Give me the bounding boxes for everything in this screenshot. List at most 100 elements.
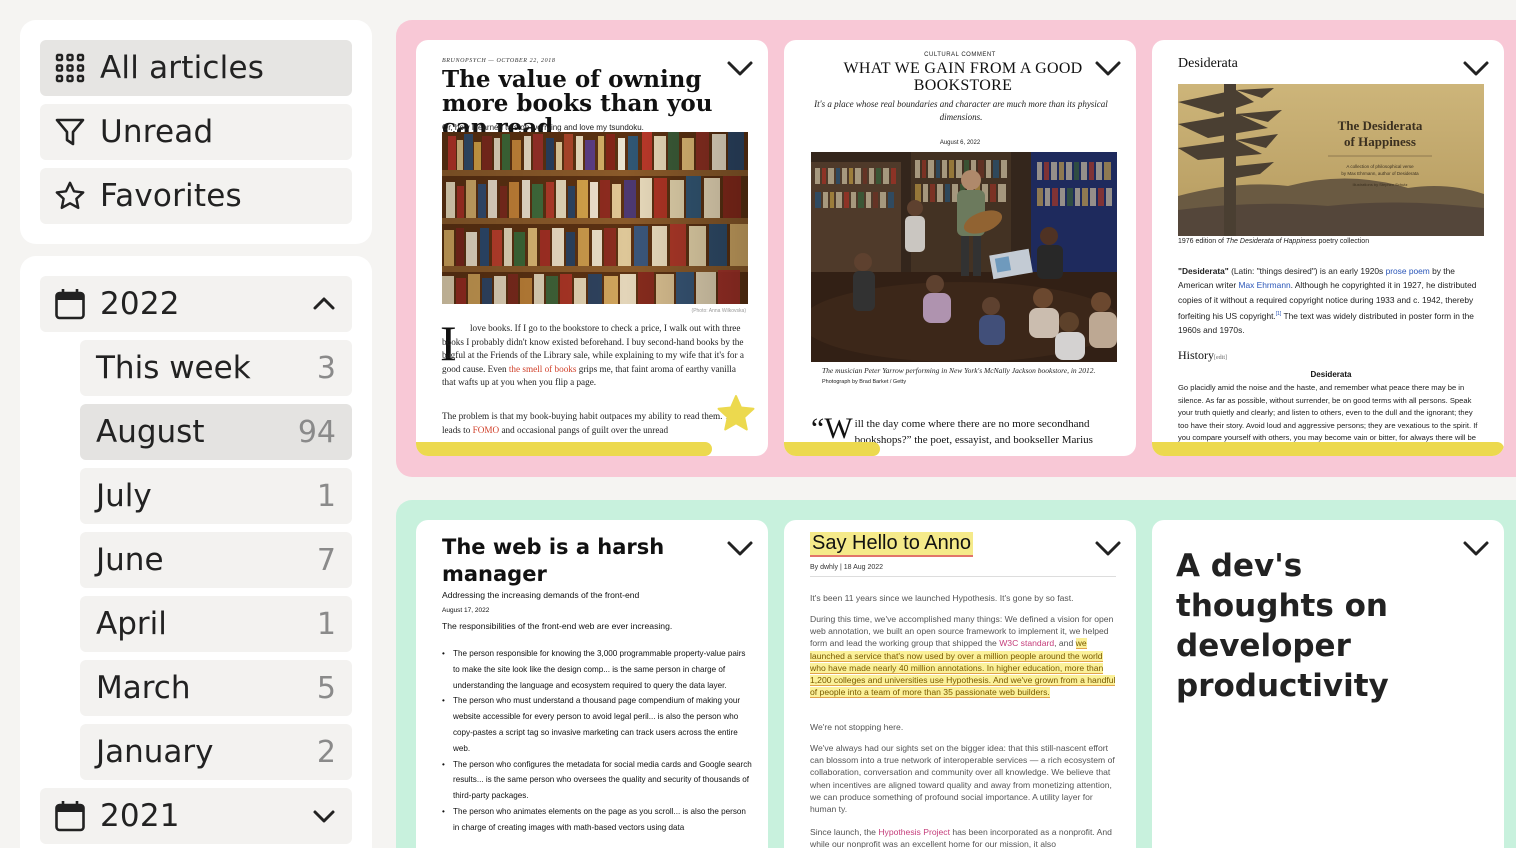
article-subtitle: Or, how I learned to stop worrying and l… xyxy=(442,123,644,132)
article-date: August 17, 2022 xyxy=(442,607,490,614)
caption-text: 1976 edition of xyxy=(1178,238,1224,245)
all-articles-label: All articles xyxy=(100,50,265,86)
list-item: The person who animates elements on the … xyxy=(442,804,752,836)
article-card-owning-books[interactable]: BRUNOPSYCH — OCTOBER 22, 2018 The value … xyxy=(416,40,768,456)
month-label: January xyxy=(96,734,214,770)
reference-link[interactable]: [1] xyxy=(1276,311,1282,317)
year-2022-toggle[interactable]: 2022 xyxy=(40,276,352,332)
book-cover-image: The Desiderata of Happiness A collection… xyxy=(1178,84,1484,236)
all-articles-button[interactable]: All articles xyxy=(40,40,352,96)
grid-icon xyxy=(54,52,86,84)
archive-panel: 2022 This week 3 August 94 July 1 June 7… xyxy=(20,256,372,848)
filters-panel: All articles Unread Favorites xyxy=(20,20,372,244)
card-menu-chevron-icon[interactable] xyxy=(1094,58,1122,80)
month-august[interactable]: August 94 xyxy=(80,404,352,460)
body-text: Since launch, the xyxy=(810,827,876,837)
month-label: March xyxy=(96,670,191,706)
calendar-icon xyxy=(54,800,86,832)
unread-label: Unread xyxy=(100,114,214,150)
article-kicker: BRUNOPSYCH — OCTOBER 22, 2018 xyxy=(442,58,556,64)
inline-link[interactable]: the smell of books xyxy=(509,364,577,374)
article-date: August 6, 2022 xyxy=(939,140,981,146)
month-count: 7 xyxy=(316,542,336,578)
body-text: ill the day come where there are no more… xyxy=(854,418,1093,446)
image-caption: (Photo: Anna Wilkovska) xyxy=(691,308,746,314)
poem-title: Desiderata xyxy=(1310,370,1352,379)
body-text: , and xyxy=(1054,638,1074,649)
star-icon xyxy=(54,180,86,212)
article-card-good-bookstore[interactable]: CULTURAL COMMENT WHAT WE GAIN FROM A GOO… xyxy=(784,40,1136,456)
body-text: (Latin: "things desired") is an early 19… xyxy=(1231,266,1384,276)
article-paragraph: We've always had our sights set on the b… xyxy=(810,743,1115,815)
bookshelf-image xyxy=(442,132,748,304)
article-list: The person responsible for knowing the 3… xyxy=(442,646,752,836)
list-item: The person responsible for knowing the 3… xyxy=(442,646,752,693)
month-label: April xyxy=(96,606,167,642)
reading-progress-bar xyxy=(1152,442,1504,456)
heading-text: History xyxy=(1178,348,1214,362)
reading-progress-bar xyxy=(784,442,880,456)
article-title: WHAT WE GAIN FROM A GOOD BOOKSTORE xyxy=(843,60,1083,94)
article-paragraph: We're not stopping here. xyxy=(810,722,904,732)
month-count: 5 xyxy=(316,670,336,706)
chevron-down-icon xyxy=(310,802,338,834)
article-card-say-hello-anno[interactable]: Say Hello to Anno By dwhly | 18 Aug 2022… xyxy=(784,520,1136,848)
cover-small: Illustrations by Stephen Schutz xyxy=(1353,182,1408,187)
inline-link[interactable]: FOMO xyxy=(473,425,500,435)
divider xyxy=(810,576,1116,577)
month-count: 2 xyxy=(316,734,336,770)
list-item: The person who configures the metadata f… xyxy=(442,757,752,804)
article-card-dev-productivity[interactable]: A dev's thoughts on developer productivi… xyxy=(1152,520,1504,848)
body-text: and occasional pangs of guilt over the u… xyxy=(501,424,669,435)
card-menu-chevron-icon[interactable] xyxy=(1094,538,1122,560)
month-april[interactable]: April 1 xyxy=(80,596,352,652)
article-intro: The responsibilities of the front-end we… xyxy=(442,621,673,631)
card-menu-chevron-icon[interactable] xyxy=(1462,538,1490,560)
article-group-pink: BRUNOPSYCH — OCTOBER 22, 2018 The value … xyxy=(396,20,1516,477)
article-body: love books. If I go to the bookstore to … xyxy=(442,322,748,390)
inline-link[interactable]: prose poem xyxy=(1386,266,1430,276)
filter-icon xyxy=(54,116,86,148)
month-count: 1 xyxy=(316,478,336,514)
card-menu-chevron-icon[interactable] xyxy=(726,538,754,560)
month-june[interactable]: June 7 xyxy=(80,532,352,588)
month-march[interactable]: March 5 xyxy=(80,660,352,716)
edit-link[interactable]: [edit] xyxy=(1214,355,1227,361)
inline-link[interactable]: Hypothesis Project xyxy=(878,827,950,837)
chevron-up-icon xyxy=(310,290,338,322)
favorite-star-icon[interactable] xyxy=(716,394,756,436)
image-caption: 1976 edition of The Desiderata of Happin… xyxy=(1178,238,1369,245)
photo-credit: Photograph by Brad Barket / Getty xyxy=(822,379,907,385)
article-title: Say Hello to Anno xyxy=(810,532,973,557)
month-count: 3 xyxy=(316,350,336,386)
year-2021-toggle[interactable]: 2021 xyxy=(40,788,352,844)
article-meta: By dwhly | 18 Aug 2022 xyxy=(810,564,884,571)
caption-text: poetry collection xyxy=(1318,238,1370,245)
bookstore-photo xyxy=(811,152,1117,362)
month-count: 1 xyxy=(316,606,336,642)
caption-text: The Desiderata of Happiness xyxy=(1225,238,1317,245)
caption-text: The musician Peter Yarrow performing in … xyxy=(822,366,1096,375)
unread-button[interactable]: Unread xyxy=(40,104,352,160)
favorites-label: Favorites xyxy=(100,178,242,214)
card-menu-chevron-icon[interactable] xyxy=(726,58,754,80)
article-paragraph: It's been 11 years since we launched Hyp… xyxy=(810,593,1074,603)
cover-subtitle: by Max Ehrmann, author of Desiderata xyxy=(1341,171,1419,176)
inline-link[interactable]: Max Ehrmann xyxy=(1239,280,1291,290)
favorites-button[interactable]: Favorites xyxy=(40,168,352,224)
article-body: The problem is that my book-buying habit… xyxy=(442,410,748,437)
cover-title: The Desiderata xyxy=(1338,118,1423,133)
month-january[interactable]: January 2 xyxy=(80,724,352,780)
image-caption: The musician Peter Yarrow performing in … xyxy=(822,366,1112,387)
article-card-desiderata[interactable]: Desiderata The Desiderata of Happiness A… xyxy=(1152,40,1504,456)
article-card-harsh-manager[interactable]: The web is a harsh manager Addressing th… xyxy=(416,520,768,848)
article-group-mint: The web is a harsh manager Addressing th… xyxy=(396,500,1516,848)
body-text: "Desiderata" xyxy=(1178,266,1229,276)
article-paragraph: During this time, we've accomplished man… xyxy=(810,613,1116,699)
inline-link[interactable]: W3C standard xyxy=(999,638,1054,648)
year-label: 2021 xyxy=(100,798,180,834)
list-item: The person who must understand a thousan… xyxy=(442,693,752,756)
card-menu-chevron-icon[interactable] xyxy=(1462,58,1490,80)
month-july[interactable]: July 1 xyxy=(80,468,352,524)
month-this-week[interactable]: This week 3 xyxy=(80,340,352,396)
